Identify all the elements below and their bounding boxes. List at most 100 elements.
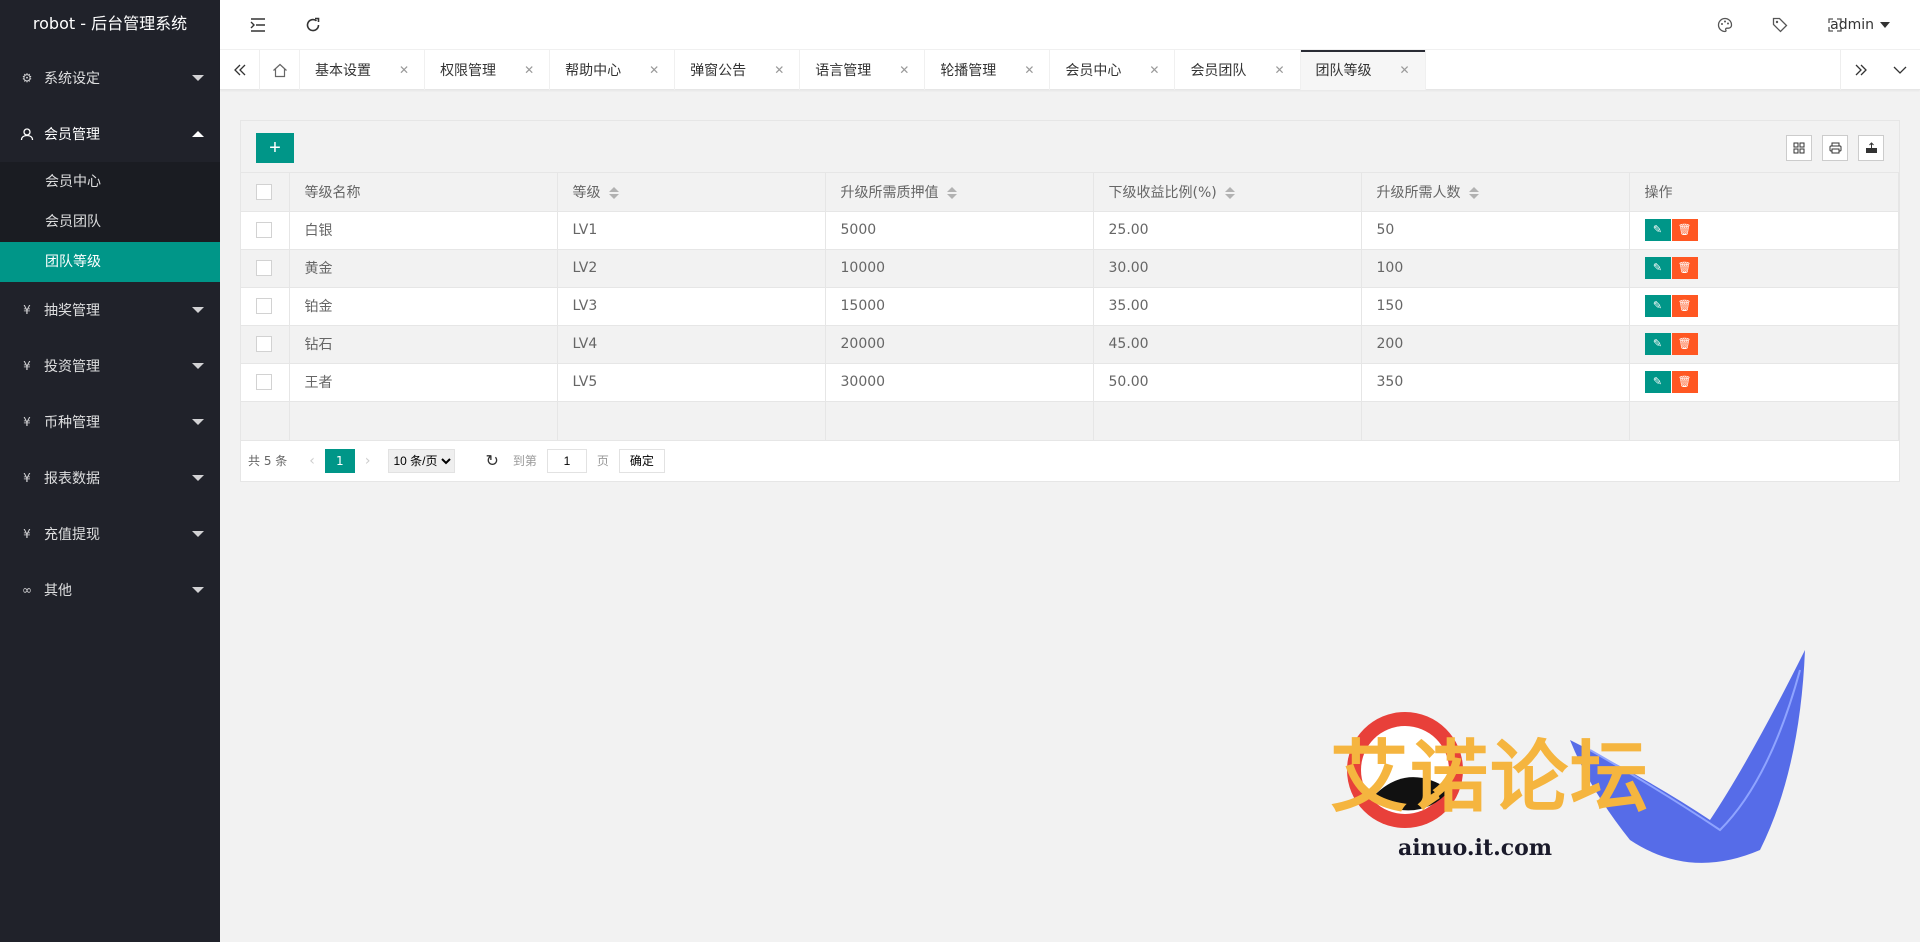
cell-actions: ✎ 🗑 (1629, 287, 1899, 326)
edit-button[interactable]: ✎ (1644, 333, 1671, 355)
tab-member-team[interactable]: 会员团队 ✕ (1175, 50, 1301, 90)
cell-people: 150 (1361, 287, 1630, 326)
nav-report-data[interactable]: ¥ 报表数据 (0, 450, 220, 506)
yen-icon: ¥ (23, 415, 31, 429)
nav-system-settings[interactable]: ⚙ 系统设定 (0, 50, 220, 106)
add-button[interactable]: + (256, 133, 294, 163)
next-page-icon[interactable]: › (365, 453, 371, 469)
sidebar-item-team-level[interactable]: 团队等级 (0, 242, 220, 282)
row-checkbox[interactable] (256, 336, 272, 352)
watermark-text: 艾诺论坛 (1330, 733, 1651, 823)
nav-label: 报表数据 (44, 471, 100, 487)
row-checkbox[interactable] (256, 260, 272, 276)
delete-button[interactable]: 🗑 (1671, 371, 1698, 393)
nav-group-system: ⚙ 系统设定 (0, 50, 220, 106)
row-checkbox[interactable] (256, 298, 272, 314)
delete-button[interactable]: 🗑 (1671, 257, 1698, 279)
edit-button[interactable]: ✎ (1644, 295, 1671, 317)
close-icon[interactable]: ✕ (774, 63, 784, 77)
menu-fold-icon (250, 18, 265, 32)
columns-filter-button[interactable] (1786, 135, 1812, 161)
close-icon[interactable]: ✕ (649, 63, 659, 77)
sort-icon[interactable] (946, 186, 957, 199)
print-button[interactable] (1822, 135, 1848, 161)
nav-other[interactable]: ∞ 其他 (0, 562, 220, 618)
tab-member-center[interactable]: 会员中心 ✕ (1050, 50, 1176, 90)
column-header-stake[interactable]: 升级所需质押值 (825, 173, 1094, 212)
table-empty-row (241, 401, 1899, 441)
prev-page-icon[interactable]: ‹ (309, 453, 315, 469)
edit-button[interactable]: ✎ (1644, 371, 1671, 393)
nav-group-member: 会员管理 会员中心 会员团队 团队等级 (0, 106, 220, 282)
cell-level: LV5 (557, 363, 826, 402)
cell-people: 100 (1361, 249, 1630, 288)
chevron-down-icon (192, 307, 204, 313)
tab-permission-management[interactable]: 权限管理 ✕ (425, 50, 551, 90)
tab-carousel-management[interactable]: 轮播管理 ✕ (925, 50, 1051, 90)
nav-currency-management[interactable]: ¥ 币种管理 (0, 394, 220, 450)
column-header-people[interactable]: 升级所需人数 (1361, 173, 1630, 212)
edit-button[interactable]: ✎ (1644, 257, 1671, 279)
export-button[interactable] (1858, 135, 1884, 161)
delete-button[interactable]: 🗑 (1671, 219, 1698, 241)
nav-member-management[interactable]: 会员管理 (0, 106, 220, 162)
tabs-scroll-right-button[interactable] (1840, 50, 1880, 90)
nav-recharge-withdraw[interactable]: ¥ 充值提现 (0, 506, 220, 562)
sort-icon[interactable] (1468, 186, 1479, 199)
tab-language-management[interactable]: 语言管理 ✕ (800, 50, 926, 90)
tab-label: 帮助中心 (565, 63, 622, 79)
refresh-button[interactable] (288, 0, 338, 50)
nav-investment-management[interactable]: ¥ 投资管理 (0, 338, 220, 394)
row-checkbox[interactable] (256, 222, 272, 238)
tabs-scroll-left-button[interactable] (220, 50, 260, 90)
close-icon[interactable]: ✕ (1274, 63, 1284, 77)
tag-icon (1772, 17, 1788, 33)
tab-label: 会员中心 (1065, 63, 1122, 79)
theme-button[interactable] (1700, 0, 1750, 50)
close-icon[interactable]: ✕ (524, 63, 534, 77)
print-icon (1829, 142, 1841, 154)
refresh-icon (306, 17, 320, 32)
page-size-select[interactable]: 10 条/页 (388, 448, 456, 473)
close-icon[interactable]: ✕ (899, 63, 909, 77)
delete-button[interactable]: 🗑 (1671, 295, 1698, 317)
tab-label: 团队等级 (1315, 63, 1372, 79)
row-checkbox[interactable] (256, 374, 272, 390)
delete-button[interactable]: 🗑 (1671, 333, 1698, 355)
column-header-ratio[interactable]: 下级收益比例(%) (1093, 173, 1362, 212)
cell-level: LV4 (557, 325, 826, 364)
column-header-level[interactable]: 等级 (557, 173, 826, 212)
sidebar-item-member-center[interactable]: 会员中心 (0, 162, 220, 202)
close-icon[interactable]: ✕ (1149, 63, 1159, 77)
close-icon[interactable]: ✕ (1024, 63, 1034, 77)
goto-confirm-button[interactable]: 确定 (618, 448, 665, 473)
page-number-current[interactable]: 1 (324, 448, 355, 473)
close-icon[interactable]: ✕ (399, 63, 409, 77)
nav-lottery-management[interactable]: ¥ 抽奖管理 (0, 282, 220, 338)
sort-icon[interactable] (608, 186, 619, 199)
edit-button[interactable]: ✎ (1644, 219, 1671, 241)
select-all-checkbox[interactable] (256, 183, 272, 200)
tab-home[interactable] (260, 50, 300, 90)
tab-popup-notice[interactable]: 弹窗公告 ✕ (675, 50, 801, 90)
link-icon: ∞ (22, 583, 32, 597)
tabs-menu-button[interactable] (1880, 50, 1920, 90)
tab-help-center[interactable]: 帮助中心 ✕ (550, 50, 676, 90)
toggle-sidebar-button[interactable] (233, 0, 283, 50)
user-menu[interactable]: admin (1830, 0, 1890, 50)
tab-label: 权限管理 (440, 63, 497, 79)
columns-icon (1793, 142, 1805, 154)
sidebar-item-member-team[interactable]: 会员团队 (0, 202, 220, 242)
tag-button[interactable] (1755, 0, 1805, 50)
submenu-member: 会员中心 会员团队 团队等级 (0, 162, 220, 282)
tab-team-level[interactable]: 团队等级 ✕ (1300, 50, 1426, 90)
nav-label: 投资管理 (44, 359, 100, 375)
yen-icon: ¥ (23, 359, 31, 373)
sort-icon[interactable] (1224, 186, 1235, 199)
refresh-icon[interactable]: ↻ (485, 451, 498, 470)
goto-page-input[interactable] (546, 448, 587, 473)
tab-basic-settings[interactable]: 基本设置 ✕ (300, 50, 426, 90)
column-header-level-name: 等级名称 (289, 173, 558, 212)
close-icon[interactable]: ✕ (1400, 63, 1410, 77)
cell-ratio: 25.00 (1093, 211, 1362, 250)
